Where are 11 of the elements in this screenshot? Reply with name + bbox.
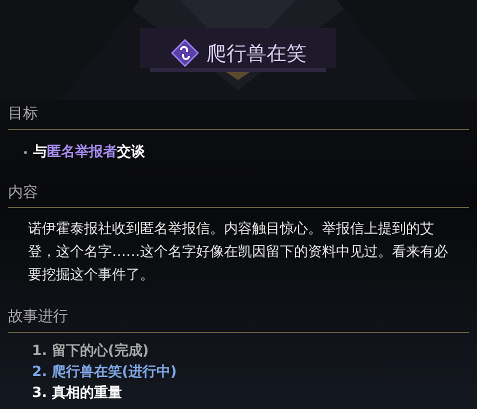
story-step: 3. 真相的重量 (32, 382, 469, 404)
story-step: 2. 爬行兽在笑(进行中) (32, 362, 469, 382)
section-heading: 内容 (8, 180, 469, 208)
content-text: 诺伊霍泰报社收到匿名举报信。内容触目惊心。举报信上提到的艾登，这个名字……这个名字好像在凯因留下的资料中见过。看来有必要挖掘这个事件了。 (27, 220, 449, 285)
link-icon (170, 39, 198, 67)
story-step: 1. 留下的心(完成) (32, 340, 469, 362)
objective-text: 与匿名举报者交谈 (33, 142, 145, 162)
section-heading: 目标 (8, 102, 469, 130)
section-heading: 故事进行 (8, 305, 469, 332)
bullet-icon (24, 150, 27, 154)
quest-title: 爬行兽在笑 (206, 40, 306, 67)
